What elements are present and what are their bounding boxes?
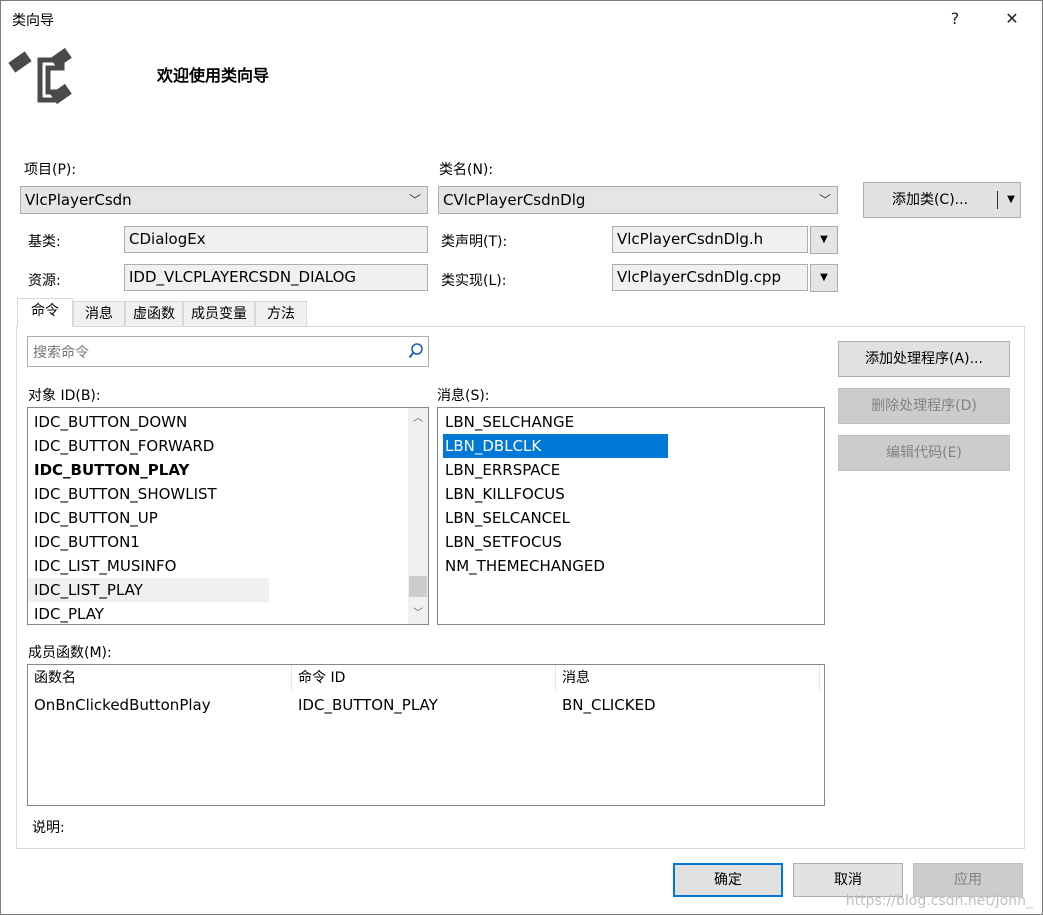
dropdown-arrow-icon: ▼ [820,272,828,283]
list-item[interactable]: LBN_KILLFOCUS [439,482,565,506]
class-impl-dropdown[interactable]: ▼ [810,264,838,292]
dropdown-arrow-icon[interactable]: ▼ [1002,183,1020,217]
list-item[interactable]: IDC_BUTTON_FORWARD [28,434,214,458]
column-header-function[interactable]: 函数名 [28,665,292,691]
table-cell-function[interactable]: OnBnClickedButtonPlay [28,693,211,717]
list-item[interactable]: IDC_BUTTON_DOWN [28,410,187,434]
help-button[interactable]: ? [940,6,970,32]
search-icon[interactable] [408,342,424,364]
chevron-down-icon: ﹀ [818,193,831,207]
add-handler-button[interactable]: 添加处理程序(A)... [838,341,1010,377]
add-class-button[interactable]: 添加类(C)... ▼ [863,182,1021,218]
wizard-heading: 欢迎使用类向导 [157,66,270,85]
list-item[interactable]: IDC_PLAY [28,602,104,624]
base-class-field: CDialogEx [124,226,428,253]
description-label: 说明: [32,820,65,836]
list-item[interactable]: NM_THEMECHANGED [439,554,605,578]
class-name-value: CVlcPlayerCsdnDlg [443,191,586,209]
list-item[interactable]: LBN_SELCHANGE [439,410,574,434]
list-item[interactable]: IDC_BUTTON_UP [28,506,158,530]
add-class-label: 添加类(C)... [891,192,969,208]
class-decl-field[interactable]: VlcPlayerCsdnDlg.h [612,226,808,253]
list-item[interactable]: IDC_BUTTON_PLAY [28,458,189,482]
object-ids-label: 对象 ID(B): [28,388,101,404]
edit-code-button[interactable]: 编辑代码(E) [838,435,1010,471]
member-functions-label: 成员函数(M): [28,645,112,661]
class-decl-label: 类声明(T): [441,234,508,250]
resource-label: 资源: [28,273,61,289]
object-ids-listbox[interactable]: IDC_BUTTON_DOWN IDC_BUTTON_FORWARD IDC_B… [27,407,429,625]
class-wizard-icon [8,47,76,112]
tab-messages[interactable]: 消息 [73,301,125,326]
project-label: 项目(P): [24,162,77,178]
apply-button[interactable]: 应用 [913,863,1023,897]
tab-methods[interactable]: 方法 [255,301,307,326]
list-item[interactable]: IDC_BUTTON1 [28,530,140,554]
base-class-label: 基类: [28,234,61,250]
search-box[interactable] [27,336,429,367]
scroll-thumb[interactable] [409,576,427,597]
list-item-selected[interactable]: LBN_DBLCLK [443,434,668,458]
search-input[interactable] [31,341,405,364]
split-divider [997,191,998,209]
scroll-up-icon[interactable]: ︿ [408,410,428,427]
close-button[interactable]: ✕ [997,6,1027,32]
list-item[interactable]: IDC_BUTTON_SHOWLIST [28,482,217,506]
messages-listbox[interactable]: LBN_SELCHANGE LBN_DBLCLK LBN_ERRSPACE LB… [437,407,825,625]
table-cell-command-id[interactable]: IDC_BUTTON_PLAY [292,693,438,717]
cancel-button[interactable]: 取消 [793,863,903,897]
class-impl-label: 类实现(L): [441,273,507,289]
class-name-label: 类名(N): [439,162,494,178]
list-item[interactable]: IDC_LIST_PLAY [28,578,269,602]
class-name-combo[interactable]: CVlcPlayerCsdnDlg ﹀ [438,186,838,214]
class-decl-dropdown[interactable]: ▼ [810,226,838,254]
scrollbar[interactable]: ︿ ﹀ [408,408,428,624]
list-item[interactable]: LBN_ERRSPACE [439,458,560,482]
column-header-message[interactable]: 消息 [556,665,820,691]
list-item[interactable]: IDC_LIST_MUSINFO [28,554,176,578]
window-title: 类向导 [12,13,54,29]
project-value: VlcPlayerCsdn [25,191,132,209]
table-cell-message[interactable]: BN_CLICKED [556,693,656,717]
chevron-down-icon: ﹀ [408,193,421,207]
tab-commands[interactable]: 命令 [17,298,73,327]
project-combo[interactable]: VlcPlayerCsdn ﹀ [20,186,428,214]
watermark-text: https://blog.csdn.net/Jonh_ [845,893,1033,909]
messages-label: 消息(S): [437,388,490,404]
tab-member-variables[interactable]: 成员变量 [183,301,255,326]
class-impl-field[interactable]: VlcPlayerCsdnDlg.cpp [612,264,808,291]
tab-virtual-functions[interactable]: 虚函数 [125,301,183,326]
resource-field: IDD_VLCPLAYERCSDN_DIALOG [124,264,428,291]
scroll-down-icon[interactable]: ﹀ [408,605,428,622]
dropdown-arrow-icon: ▼ [820,234,828,245]
list-item[interactable]: LBN_SETFOCUS [439,530,562,554]
delete-handler-button[interactable]: 删除处理程序(D) [838,388,1010,424]
column-header-command-id[interactable]: 命令 ID [292,665,556,691]
list-item[interactable]: LBN_SELCANCEL [439,506,570,530]
ok-button[interactable]: 确定 [673,863,783,897]
member-functions-table[interactable]: 函数名 命令 ID 消息 OnBnClickedButtonPlay IDC_B… [27,664,825,806]
